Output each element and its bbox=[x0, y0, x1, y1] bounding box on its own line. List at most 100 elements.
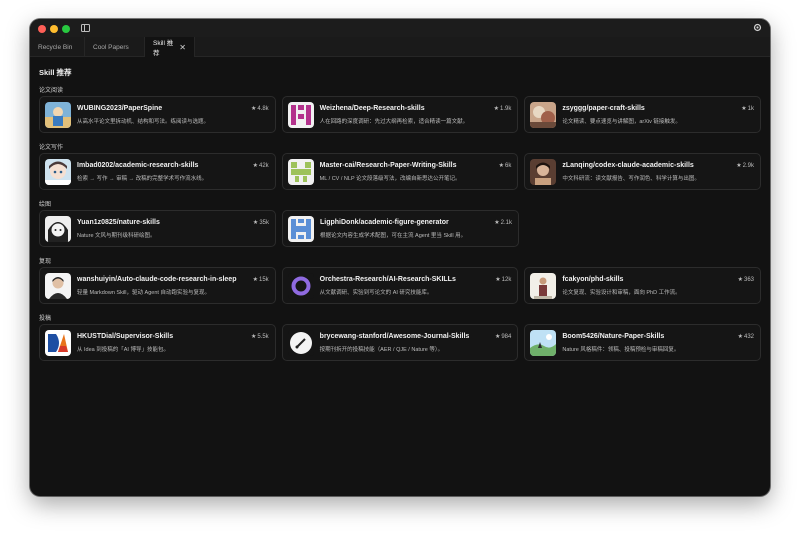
maximize-window-button[interactable] bbox=[62, 25, 70, 33]
repo-description: Nature 文风与期刊级科研绘图。 bbox=[77, 233, 156, 239]
star-value: 15k bbox=[258, 277, 269, 283]
star-count: ★35k bbox=[253, 219, 269, 226]
close-window-button[interactable] bbox=[38, 25, 46, 33]
skill-grid: HKUSTDial/Supervisor-Skills 从 Idea 到投稿的「A… bbox=[39, 324, 762, 361]
star-value: 432 bbox=[744, 334, 755, 340]
page-title: Skill 推荐 bbox=[39, 68, 72, 77]
repo-name: Orchestra-Research/AI-Research-SKILLs bbox=[319, 276, 456, 283]
star-value: 12k bbox=[501, 277, 512, 283]
close-icon[interactable]: ✕ bbox=[179, 43, 186, 52]
skill-card[interactable]: Orchestra-Research/AI-Research-SKILLs 从文献… bbox=[281, 267, 519, 304]
repo-avatar bbox=[45, 273, 71, 299]
skill-grid: Imbad0202/academic-research-skills 检索 → 写… bbox=[39, 153, 762, 190]
star-count: ★4.8k bbox=[251, 105, 269, 112]
star-count: ★984 bbox=[495, 333, 511, 340]
main-content: Skill 推荐 论文阅读 WUBING2023/PaperSpine 从高水平论文… bbox=[30, 57, 770, 371]
star-value: 2.9k bbox=[742, 163, 755, 169]
sidebar-toggle-icon[interactable] bbox=[81, 24, 90, 32]
star-value: 6k bbox=[505, 163, 512, 169]
gear-icon[interactable] bbox=[753, 23, 762, 32]
skill-card[interactable]: zLanqing/codex-claude-academic-skills 中文科… bbox=[524, 153, 762, 190]
skill-section: 论文写作 Imbad0202/academic-research-skills 检索… bbox=[39, 142, 762, 190]
repo-name: HKUSTDial/Supervisor-Skills bbox=[77, 333, 174, 340]
repo-description: Nature 风格稿件：领稿、投稿预检与审稿回复。 bbox=[562, 347, 680, 353]
star-value: 42k bbox=[258, 163, 269, 169]
repo-avatar bbox=[287, 330, 314, 356]
star-count: ★1k bbox=[741, 105, 754, 112]
repo-avatar bbox=[45, 330, 71, 356]
repo-avatar bbox=[45, 102, 71, 128]
star-count: ★432 bbox=[738, 333, 754, 340]
star-icon: ★ bbox=[495, 277, 501, 283]
skill-card[interactable]: HKUSTDial/Supervisor-Skills 从 Idea 到投稿的「A… bbox=[39, 324, 276, 361]
star-icon: ★ bbox=[252, 277, 258, 283]
repo-name: Weizhena/Deep-Research-skills bbox=[319, 105, 425, 112]
repo-description: 按期刊拆开的投稿技能（AER / QJE / Nature 等）。 bbox=[319, 347, 444, 353]
tab-label: Cool Papers bbox=[93, 43, 129, 51]
star-icon: ★ bbox=[741, 106, 747, 112]
repo-description: 论文精读、要点速览与讲解图，arXiv 链接触发。 bbox=[562, 119, 681, 125]
star-value: 5.5k bbox=[257, 334, 269, 340]
star-icon: ★ bbox=[737, 334, 743, 340]
skill-card[interactable]: Imbad0202/academic-research-skills 检索 → 写… bbox=[39, 153, 276, 190]
repo-name: Boom5426/Nature-Paper-Skills bbox=[562, 333, 665, 340]
skill-card[interactable]: Boom5426/Nature-Paper-Skills Nature 风格稿件：… bbox=[524, 324, 762, 361]
tab-skill-recommend[interactable]: Skill 推荐 ✕ bbox=[145, 37, 195, 57]
star-count: ★12k bbox=[495, 276, 511, 283]
repo-name: zsyggg/paper-craft-skills bbox=[562, 105, 645, 112]
repo-avatar bbox=[45, 159, 71, 185]
repo-description: 中文科研流：读文献报告、写作润色、科学计算与出图。 bbox=[562, 176, 700, 182]
star-value: 1k bbox=[747, 106, 755, 112]
repo-avatar bbox=[530, 330, 557, 356]
star-icon: ★ bbox=[736, 163, 742, 169]
skill-card[interactable]: wanshuiyin/Auto-claude-code-research-in-… bbox=[39, 267, 276, 304]
tab-cool-papers[interactable]: Cool Papers bbox=[85, 37, 145, 57]
skill-card[interactable]: Weizhena/Deep-Research-skills 人在回路的深度调研：先… bbox=[281, 96, 519, 133]
minimize-window-button[interactable] bbox=[50, 25, 58, 33]
skill-section: 绘图 Yuan1z0825/nature-skills Nature 文风与期刊级科… bbox=[39, 199, 761, 247]
star-icon: ★ bbox=[250, 334, 257, 340]
skill-grid: WUBING2023/PaperSpine 从高水平论文里拆动机、结构和写法。练阅… bbox=[39, 96, 762, 133]
star-value: 984 bbox=[501, 334, 512, 340]
repo-name: fcakyon/phd-skills bbox=[562, 276, 624, 283]
repo-avatar bbox=[287, 273, 314, 299]
skill-card[interactable]: Yuan1z0825/nature-skills Nature 文风与期刊级科研绘… bbox=[39, 210, 276, 247]
app-window: Recycle Bin Cool Papers Skill 推荐 ✕ Skill… bbox=[30, 19, 770, 496]
star-value: 4.8k bbox=[257, 106, 269, 112]
repo-avatar bbox=[287, 159, 314, 185]
repo-avatar bbox=[45, 216, 71, 242]
tab-label: Skill 推荐 bbox=[153, 40, 174, 57]
star-icon: ★ bbox=[494, 334, 501, 340]
skill-section: 投稿 HKUSTDial/Supervisor-Skills 从 Idea 到投稿的… bbox=[39, 313, 762, 361]
star-count: ★2.9k bbox=[736, 162, 754, 169]
repo-name: zLanqing/codex-claude-academic-skills bbox=[562, 162, 694, 169]
star-count: ★363 bbox=[738, 276, 754, 283]
repo-description: 从文献调研、实验到写论文的 AI 研究技能库。 bbox=[319, 290, 433, 296]
skill-card[interactable]: Master-cai/Research-Paper-Writing-Skills… bbox=[281, 153, 519, 190]
repo-name: brycewang-stanford/Awesome-Journal-Skill… bbox=[319, 333, 470, 340]
repo-name: wanshuiyin/Auto-claude-code-research-in-… bbox=[77, 276, 237, 283]
repo-description: 轻量 Markdown Skill，驱动 Agent 自动跑实验与复现。 bbox=[77, 290, 210, 296]
skill-card[interactable]: brycewang-stanford/Awesome-Journal-Skill… bbox=[281, 324, 519, 361]
tab-bar: Recycle Bin Cool Papers Skill 推荐 ✕ bbox=[30, 37, 770, 57]
repo-name: Master-cai/Research-Paper-Writing-Skills bbox=[319, 162, 457, 169]
repo-name: LigphiDonk/academic-figure-generator bbox=[320, 219, 449, 226]
section-label: 论文写作 bbox=[39, 145, 64, 151]
skill-card[interactable]: fcakyon/phd-skills 论文复现、实验设计和审稿，面向 PhD 工作… bbox=[524, 267, 762, 304]
tab-label: Recycle Bin bbox=[38, 43, 73, 51]
section-label: 论文阅读 bbox=[39, 88, 64, 94]
star-count: ★42k bbox=[253, 162, 269, 169]
star-count: ★1.9k bbox=[494, 105, 512, 112]
skill-card[interactable]: zsyggg/paper-craft-skills 论文精读、要点速览与讲解图，a… bbox=[524, 96, 762, 133]
repo-description: ML / CV / NLP 论文段落级写法，改编自新思达公开笔记。 bbox=[319, 176, 461, 182]
star-icon: ★ bbox=[494, 220, 500, 226]
section-label: 投稿 bbox=[39, 316, 52, 322]
title-bar bbox=[30, 19, 770, 37]
repo-avatar bbox=[530, 273, 557, 299]
tab-recycle-bin[interactable]: Recycle Bin bbox=[30, 37, 85, 57]
skill-card[interactable]: WUBING2023/PaperSpine 从高水平论文里拆动机、结构和写法。练阅… bbox=[39, 96, 276, 133]
repo-description: 检索 → 写作 → 审稿 → 改稿的完整学术写作流水线。 bbox=[77, 176, 208, 182]
repo-description: 根据论文内容生成学术配图，可在主流 Agent 里当 Skill 用。 bbox=[320, 233, 467, 239]
repo-name: Yuan1z0825/nature-skills bbox=[77, 219, 160, 226]
skill-card[interactable]: LigphiDonk/academic-figure-generator 根据论文… bbox=[282, 210, 519, 247]
